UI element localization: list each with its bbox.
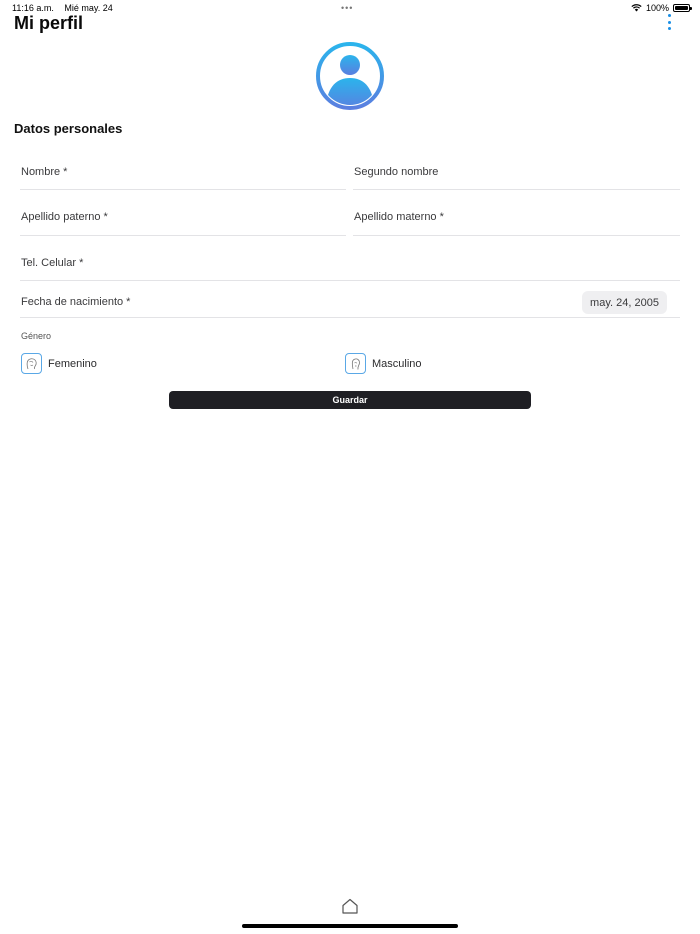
status-time: 11:16 a.m. (12, 3, 54, 13)
paternal-surname-label: Apellido paterno * (21, 211, 108, 223)
female-profile-icon (26, 357, 37, 369)
birth-date-label: Fecha de nacimiento * (21, 296, 131, 308)
middle-name-label: Segundo nombre (354, 166, 439, 178)
gender-female-label: Femenino (48, 357, 97, 370)
more-dot-icon (667, 27, 671, 30)
female-radio[interactable] (21, 353, 42, 374)
gender-male-label: Masculino (372, 357, 422, 370)
mobile-phone-field[interactable]: Tel. Celular * (20, 251, 680, 281)
male-profile-icon (351, 358, 360, 370)
battery-percent: 100% (645, 3, 669, 13)
more-dot-icon (667, 20, 671, 24)
wifi-icon (631, 4, 642, 12)
paternal-surname-field[interactable]: Apellido paterno * (20, 205, 346, 236)
middle-name-field[interactable]: Segundo nombre (353, 160, 680, 190)
gender-option-male[interactable]: Masculino (345, 353, 422, 374)
gender-option-female[interactable]: Femenino (21, 353, 97, 374)
status-time-date: 11:16 a.m. Mié may. 24 (12, 3, 113, 13)
maternal-surname-label: Apellido materno * (354, 211, 444, 223)
first-name-label: Nombre * (21, 166, 68, 178)
save-button[interactable]: Guardar (169, 391, 531, 409)
status-indicators: 100% (631, 3, 692, 13)
gender-label: Género (21, 331, 52, 341)
multitasking-dots[interactable]: ••• (341, 3, 353, 13)
section-title: Datos personales (14, 121, 123, 136)
status-date: Mié may. 24 (64, 3, 113, 13)
page-title: Mi perfil (14, 13, 84, 33)
more-options-button[interactable] (664, 14, 674, 30)
first-name-field[interactable]: Nombre * (20, 160, 346, 190)
battery-icon (673, 4, 692, 12)
status-bar: 11:16 a.m. Mié may. 24 ••• 100% (0, 0, 700, 16)
birth-date-picker[interactable]: may. 24, 2005 (582, 291, 667, 314)
maternal-surname-field[interactable]: Apellido materno * (353, 205, 680, 236)
mobile-phone-label: Tel. Celular * (21, 257, 84, 269)
avatar[interactable] (316, 42, 384, 110)
home-icon[interactable] (341, 897, 359, 915)
home-indicator[interactable] (242, 924, 458, 928)
birth-date-field: Fecha de nacimiento * (20, 288, 680, 318)
male-radio[interactable] (345, 353, 366, 374)
more-dot-icon (667, 14, 671, 17)
